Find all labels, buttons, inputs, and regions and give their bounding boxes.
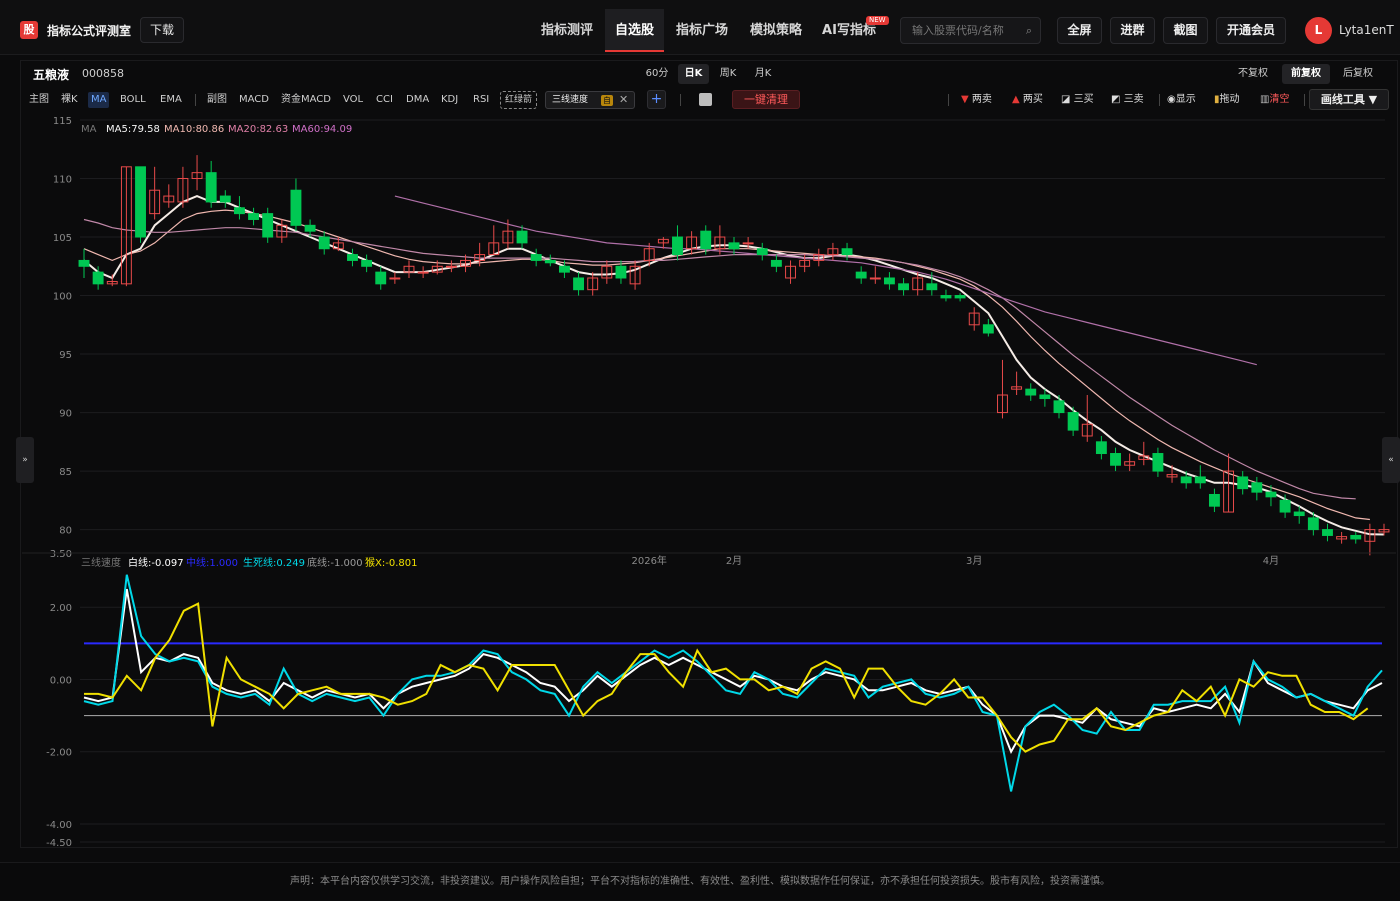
- y-tick-label: 115: [53, 116, 72, 127]
- candle-body: [389, 277, 401, 280]
- candle-body: [1095, 441, 1107, 455]
- candle-body: [78, 259, 90, 267]
- collapse-left-button[interactable]: »: [16, 437, 34, 483]
- sub-legend-item: 生死线:0.249: [243, 556, 305, 569]
- candle-body: [347, 254, 358, 261]
- x-tick-label: 4月: [1263, 555, 1279, 567]
- candle-body: [954, 295, 966, 299]
- candle-body: [1208, 493, 1220, 507]
- candle-body: [1293, 511, 1305, 517]
- ma-line-ma20: [83, 218, 1356, 500]
- candle-body: [869, 277, 881, 280]
- y-tick-label: -4.00: [46, 820, 72, 831]
- y-tick-label: -4.50: [46, 838, 72, 849]
- candle-body: [1025, 388, 1037, 396]
- candle-body: [1307, 517, 1319, 531]
- ma-line-ma10: [83, 209, 1370, 521]
- sub-legend-item: 中线:1.000: [186, 556, 238, 569]
- candle-body: [728, 242, 740, 250]
- collapse-right-button[interactable]: «: [1382, 437, 1400, 483]
- candle-body: [756, 248, 768, 256]
- candle-body: [248, 213, 260, 220]
- indicator-line: [84, 602, 1369, 753]
- candle-body: [841, 248, 853, 256]
- candle-body: [92, 271, 104, 285]
- candle-body: [544, 259, 556, 264]
- y-tick-label: -2.00: [46, 748, 72, 759]
- sub-legend-item: 猴X:-0.801: [365, 556, 417, 569]
- candle-body: [318, 236, 330, 250]
- candle-body: [262, 213, 274, 238]
- candle-body: [573, 277, 585, 291]
- x-tick-label: 2026年: [631, 554, 666, 567]
- candle-body: [982, 324, 994, 334]
- y-tick-label: 100: [53, 292, 72, 303]
- y-tick-label: 2.00: [50, 603, 72, 614]
- candle-body: [1110, 453, 1121, 466]
- candle-body: [742, 242, 754, 245]
- x-tick-label: 2月: [726, 555, 742, 567]
- candle-body: [205, 172, 217, 203]
- y-tick-label: 0.00: [50, 675, 72, 686]
- candle-body: [135, 166, 146, 238]
- x-tick-label: 3月: [966, 555, 982, 567]
- y-tick-label: 85: [59, 467, 72, 478]
- candle-body: [855, 271, 867, 279]
- candle-body: [1265, 491, 1277, 498]
- candle-body: [1279, 499, 1291, 513]
- disclaimer: 声明：本平台内容仅供学习交流，非投资建议。用户操作风险自担；平台不对指标的准确性…: [0, 862, 1400, 900]
- candle-body: [1067, 412, 1079, 431]
- chart-canvas[interactable]: 115 110 105 100 95 90 85 80 MA MA5:79.58 MA10:80.8…: [0, 0, 1400, 900]
- candle-body: [304, 224, 316, 232]
- candle-body: [1053, 400, 1065, 414]
- y-tick-label: 3.50: [50, 549, 72, 560]
- candle-body: [1251, 482, 1263, 493]
- candle-body: [1039, 394, 1051, 400]
- y-tick-label: 80: [59, 526, 72, 537]
- candle-body: [375, 271, 387, 285]
- candle-body: [1350, 534, 1362, 540]
- candle-body: [940, 295, 952, 299]
- candle-body: [558, 265, 570, 273]
- candle-body: [1194, 476, 1206, 484]
- y-tick-label: 105: [53, 233, 72, 244]
- sub-legend-item: 底线:-1.000: [307, 556, 363, 569]
- indicator-line: [83, 588, 1383, 755]
- candle-body: [417, 271, 429, 274]
- ma-legend-item: MA60:94.09: [292, 124, 352, 135]
- candle-body: [445, 265, 457, 268]
- candle-body: [233, 207, 245, 215]
- ma-legend-title: MA: [81, 124, 97, 135]
- candle-body: [926, 283, 938, 291]
- sub-legend-item: 白线:-0.097: [128, 556, 184, 569]
- candle-body: [290, 189, 302, 226]
- candle-body: [615, 265, 627, 279]
- ma-line-ma60: [394, 195, 1257, 366]
- candle-body: [219, 195, 231, 203]
- candle-body: [700, 230, 712, 250]
- y-tick-label: 95: [59, 350, 72, 361]
- candle-body: [672, 236, 683, 256]
- candle-body: [361, 259, 373, 267]
- candle-body: [898, 283, 910, 291]
- candle-body: [1237, 476, 1249, 490]
- candle-body: [530, 254, 542, 261]
- ma-legend-item: MA10:80.86: [164, 124, 224, 135]
- candle-body: [516, 230, 528, 244]
- ma-legend-item: MA5:79.58: [106, 124, 160, 135]
- y-tick-label: 90: [59, 409, 72, 420]
- candle-body: [1322, 529, 1333, 536]
- sub-legend-title: 三线速度: [81, 556, 121, 569]
- candle-body: [883, 277, 895, 285]
- ma-legend-item: MA20:82.63: [228, 124, 288, 135]
- candle-body: [770, 259, 782, 267]
- candle-body: [1152, 453, 1164, 472]
- y-tick-label: 110: [53, 175, 72, 186]
- candle-body: [1180, 476, 1192, 484]
